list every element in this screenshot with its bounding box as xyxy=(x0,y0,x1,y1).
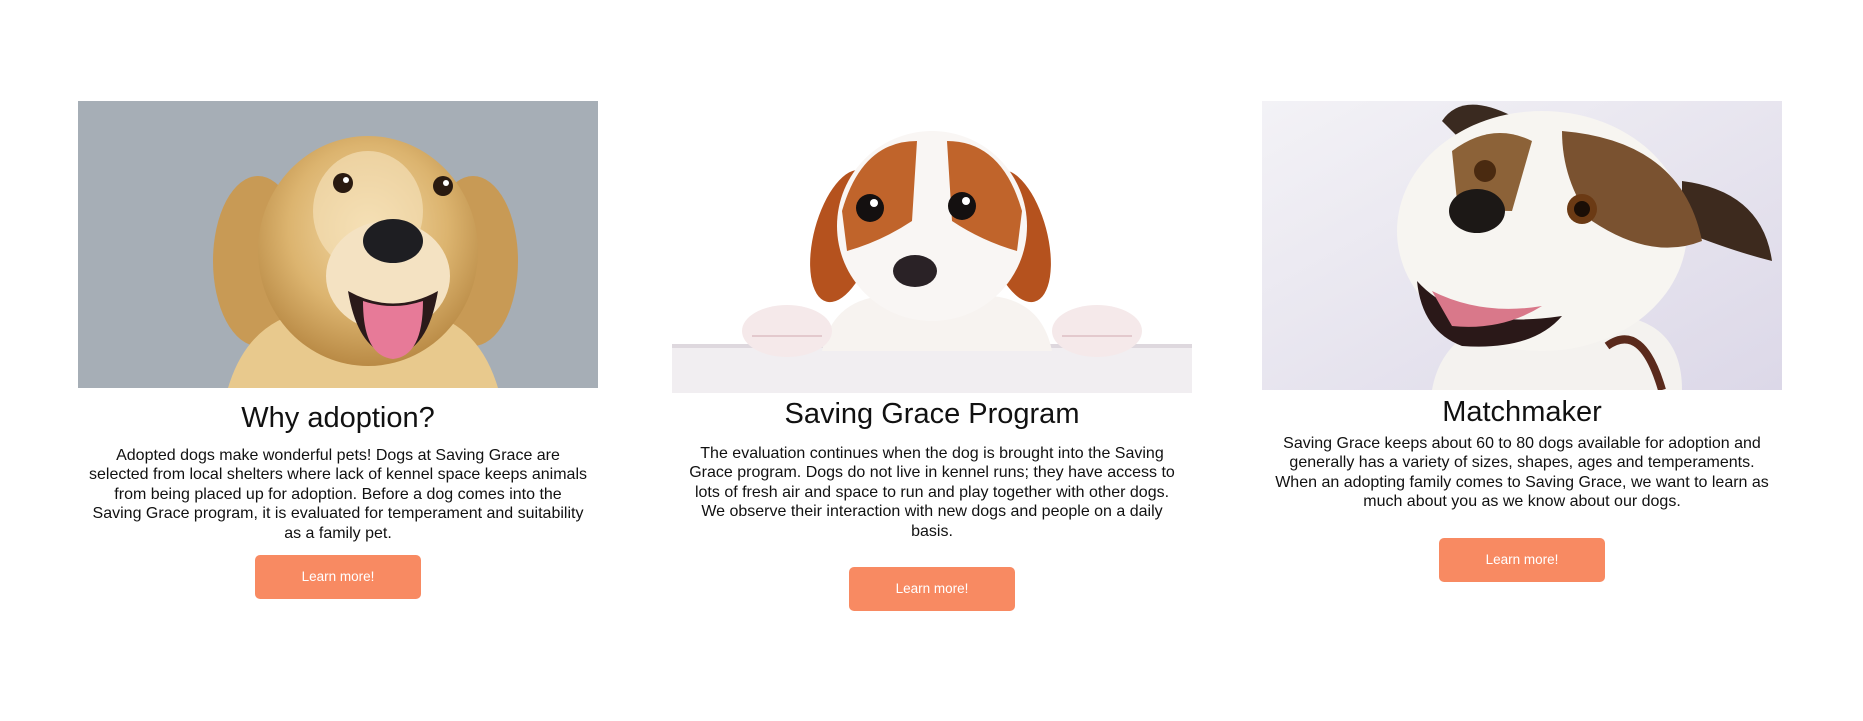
card-title: Why adoption? xyxy=(241,402,435,434)
learn-more-button[interactable]: Learn more! xyxy=(1439,537,1605,582)
puppy-photo xyxy=(672,101,1192,393)
button-container: Learn more! xyxy=(672,567,1192,612)
golden-retriever-photo xyxy=(78,101,598,388)
learn-more-button[interactable]: Learn more! xyxy=(255,555,421,600)
card-description: Saving Grace keeps about 60 to 80 dogs a… xyxy=(1275,435,1769,511)
card-description: Adopted dogs make wonderful pets! Dogs a… xyxy=(88,447,588,542)
button-container: Learn more! xyxy=(78,555,598,600)
page: Why adoption? Adopted dogs make wonderfu… xyxy=(0,0,1863,721)
button-container: Learn more! xyxy=(1262,537,1782,582)
card-title: Saving Grace Program xyxy=(784,398,1080,430)
card-matchmaker: Matchmaker Saving Grace keeps about 60 t… xyxy=(1262,101,1782,582)
card-why-adoption: Why adoption? Adopted dogs make wonderfu… xyxy=(78,101,598,600)
card-description: The evaluation continues when the dog is… xyxy=(689,445,1175,540)
card-title: Matchmaker xyxy=(1442,396,1602,428)
card-saving-grace-program: Saving Grace Program The evaluation cont… xyxy=(672,101,1192,612)
terrier-dog-photo xyxy=(1262,101,1782,390)
learn-more-button[interactable]: Learn more! xyxy=(849,567,1015,612)
